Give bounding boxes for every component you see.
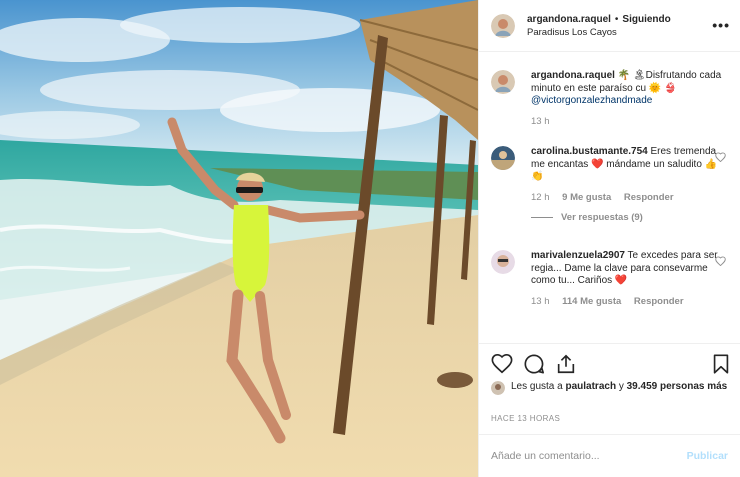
share-arrow-icon[interactable] (555, 353, 577, 375)
header-separator: • (614, 13, 619, 25)
caption-avatar[interactable] (491, 70, 515, 94)
caption-mention[interactable]: @victorgonzalezhandmade (531, 95, 652, 106)
commenter-avatar[interactable] (491, 250, 515, 274)
likes-count[interactable]: 39.459 personas más (627, 381, 728, 392)
view-replies-label: Ver respuestas (9) (561, 212, 643, 223)
likes-prefix: Les gusta a (511, 381, 566, 392)
view-replies-button[interactable]: Ver respuestas (9) (531, 212, 726, 225)
comment-item: marivalenzuela2907 Te excedes para ser r… (491, 250, 726, 308)
side-panel: argandona.raquel • Siguiendo Paradisus Los… (478, 0, 740, 477)
more-options-icon[interactable]: ••• (712, 17, 730, 33)
liker-username[interactable]: paulatrach (565, 381, 616, 392)
comment-time[interactable]: 13 h (531, 296, 550, 307)
likes-summary: Les gusta a paulatrach y 39.459 personas… (491, 380, 728, 395)
comment-item: carolina.bustamante.754 Eres tremenda me… (491, 146, 726, 225)
commenter-avatar[interactable] (491, 146, 515, 170)
author-username[interactable]: argandona.raquel (527, 14, 611, 25)
follow-status[interactable]: Siguiendo (622, 14, 670, 25)
comment-likes[interactable]: 114 Me gusta (562, 296, 621, 307)
caption: argandona.raquel 🌴 🏝Disfrutando cada min… (491, 70, 726, 128)
liker-avatar[interactable] (491, 381, 505, 395)
bookmark-save-icon[interactable] (710, 353, 732, 375)
comment-bubble-icon[interactable] (523, 353, 545, 375)
comment-time[interactable]: 12 h (531, 192, 550, 203)
post-photo[interactable] (0, 0, 478, 477)
comment-like-heart-icon[interactable] (715, 152, 726, 164)
comment-input[interactable]: Añade un comentario... (491, 450, 687, 462)
comments-list[interactable]: argandona.raquel 🌴 🏝Disfrutando cada min… (479, 52, 740, 343)
like-heart-icon[interactable] (491, 353, 513, 375)
post-location[interactable]: Paradisus Los Cayos (527, 26, 671, 39)
comment-username[interactable]: marivalenzuela2907 (531, 250, 625, 261)
likes-connector: y (616, 381, 624, 392)
author-avatar[interactable] (491, 13, 515, 38)
publish-button[interactable]: Publicar (687, 450, 728, 462)
caption-time[interactable]: 13 h (531, 116, 550, 127)
action-bar (479, 343, 740, 380)
instagram-post: argandona.raquel • Siguiendo Paradisus Los… (0, 0, 740, 477)
comment-likes[interactable]: 9 Me gusta (562, 192, 611, 203)
beach-photo-illustration (0, 0, 478, 477)
comment-username[interactable]: carolina.bustamante.754 (531, 146, 648, 157)
reply-button[interactable]: Responder (634, 296, 684, 307)
reply-button[interactable]: Responder (624, 192, 674, 203)
caption-emoji: 🌞 👙 (648, 82, 677, 94)
comment-composer: Añade un comentario... Publicar (479, 434, 740, 477)
caption-username[interactable]: argandona.raquel (531, 70, 615, 81)
post-timestamp[interactable]: HACE 13 HORAS (491, 414, 560, 423)
comment-like-heart-icon[interactable] (715, 256, 726, 268)
post-header: argandona.raquel • Siguiendo Paradisus Los… (479, 0, 740, 52)
